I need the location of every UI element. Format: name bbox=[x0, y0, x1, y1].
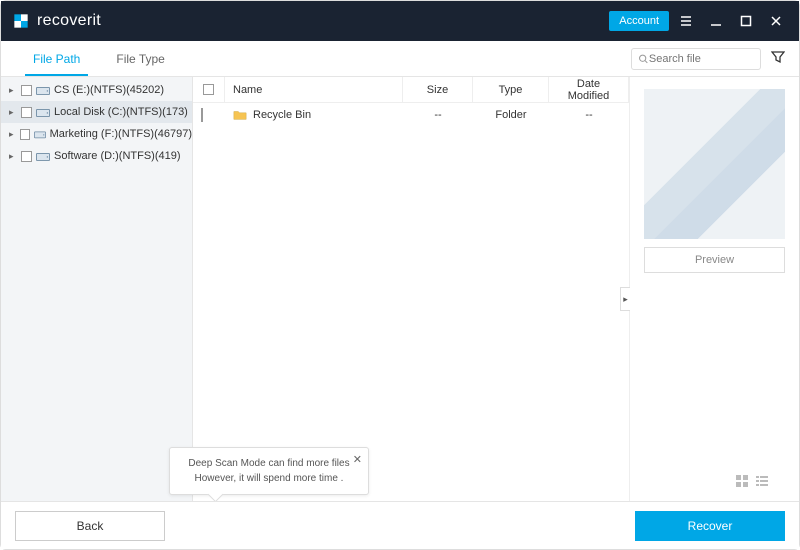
sidebar-item-cs[interactable]: ▸ CS (E:)(NTFS)(45202) bbox=[1, 79, 192, 101]
close-icon[interactable] bbox=[763, 8, 789, 34]
column-header-type[interactable]: Type bbox=[473, 77, 549, 102]
search-input[interactable] bbox=[649, 53, 754, 65]
column-header-date[interactable]: Date Modified bbox=[549, 77, 629, 102]
tooltip-line2: However, it will spend more time . bbox=[180, 471, 358, 486]
preview-placeholder bbox=[644, 89, 785, 239]
chevron-right-icon[interactable]: ▸ bbox=[9, 151, 17, 162]
row-name: Recycle Bin bbox=[253, 109, 311, 121]
folder-icon bbox=[233, 109, 247, 121]
drive-icon bbox=[36, 107, 50, 118]
row-size: -- bbox=[403, 109, 473, 121]
drive-icon bbox=[36, 85, 50, 96]
app-name: recoverit bbox=[37, 12, 101, 30]
sidebar-item-label: CS (E:)(NTFS)(45202) bbox=[54, 84, 164, 96]
tab-file-path[interactable]: File Path bbox=[15, 41, 98, 76]
checkbox[interactable] bbox=[21, 151, 32, 162]
search-icon bbox=[638, 53, 649, 65]
view-toggle bbox=[735, 474, 769, 491]
panel-toggle-icon[interactable]: ▸ bbox=[620, 287, 630, 311]
tooltip-line1: Deep Scan Mode can find more files bbox=[180, 456, 358, 471]
logo-icon bbox=[11, 11, 31, 31]
sidebar-item-local-disk[interactable]: ▸ Local Disk (C:)(NTFS)(173) bbox=[1, 101, 192, 123]
minimize-icon[interactable] bbox=[703, 8, 729, 34]
list-view-icon[interactable] bbox=[755, 474, 769, 491]
row-date: -- bbox=[549, 109, 629, 121]
maximize-icon[interactable] bbox=[733, 8, 759, 34]
account-button[interactable]: Account bbox=[609, 11, 669, 31]
select-all-checkbox[interactable] bbox=[203, 84, 214, 95]
menu-icon[interactable] bbox=[673, 8, 699, 34]
sidebar-item-label: Marketing (F:)(NTFS)(46797) bbox=[50, 128, 192, 140]
checkbox[interactable] bbox=[21, 107, 32, 118]
preview-button[interactable]: Preview bbox=[644, 247, 785, 273]
sidebar: ▸ CS (E:)(NTFS)(45202) ▸ Local Disk (C:)… bbox=[1, 77, 193, 501]
main: ▸ CS (E:)(NTFS)(45202) ▸ Local Disk (C:)… bbox=[1, 77, 799, 501]
sidebar-item-label: Local Disk (C:)(NTFS)(173) bbox=[54, 106, 188, 118]
sidebar-item-label: Software (D:)(NTFS)(419) bbox=[54, 150, 181, 162]
recover-button[interactable]: Recover bbox=[635, 511, 785, 541]
row-checkbox[interactable] bbox=[201, 108, 203, 122]
footer: Back Recover bbox=[1, 501, 799, 549]
sidebar-item-marketing[interactable]: ▸ Marketing (F:)(NTFS)(46797) bbox=[1, 123, 192, 145]
checkbox[interactable] bbox=[20, 129, 30, 140]
sidebar-item-software[interactable]: ▸ Software (D:)(NTFS)(419) bbox=[1, 145, 192, 167]
tabs: File Path File Type bbox=[15, 41, 183, 76]
preview-pane: Preview bbox=[629, 77, 799, 501]
chevron-right-icon[interactable]: ▸ bbox=[9, 85, 17, 96]
grid-view-icon[interactable] bbox=[735, 474, 749, 491]
table-row[interactable]: Recycle Bin -- Folder -- bbox=[193, 103, 629, 127]
header-checkbox-cell bbox=[193, 77, 225, 102]
search-box[interactable] bbox=[631, 48, 761, 70]
checkbox[interactable] bbox=[21, 85, 32, 96]
filter-icon[interactable] bbox=[771, 50, 785, 67]
content: Name Size Type Date Modified Recycle Bin… bbox=[193, 77, 799, 501]
tooltip-close-icon[interactable]: ✕ bbox=[353, 452, 362, 469]
chevron-right-icon[interactable]: ▸ bbox=[9, 129, 16, 140]
drive-icon bbox=[36, 151, 50, 162]
file-grid: Name Size Type Date Modified Recycle Bin… bbox=[193, 77, 629, 501]
row-type: Folder bbox=[473, 109, 549, 121]
column-header-size[interactable]: Size bbox=[403, 77, 473, 102]
deep-scan-tooltip: ✕ Deep Scan Mode can find more files How… bbox=[169, 447, 369, 495]
app-logo: recoverit bbox=[11, 11, 101, 31]
back-button[interactable]: Back bbox=[15, 511, 165, 541]
tab-file-type[interactable]: File Type bbox=[98, 41, 182, 76]
toolbar: File Path File Type bbox=[1, 41, 799, 77]
column-header-name[interactable]: Name bbox=[225, 77, 403, 102]
column-headers: Name Size Type Date Modified bbox=[193, 77, 629, 103]
chevron-right-icon[interactable]: ▸ bbox=[9, 107, 17, 118]
drive-icon bbox=[34, 129, 46, 140]
titlebar: recoverit Account bbox=[1, 1, 799, 41]
